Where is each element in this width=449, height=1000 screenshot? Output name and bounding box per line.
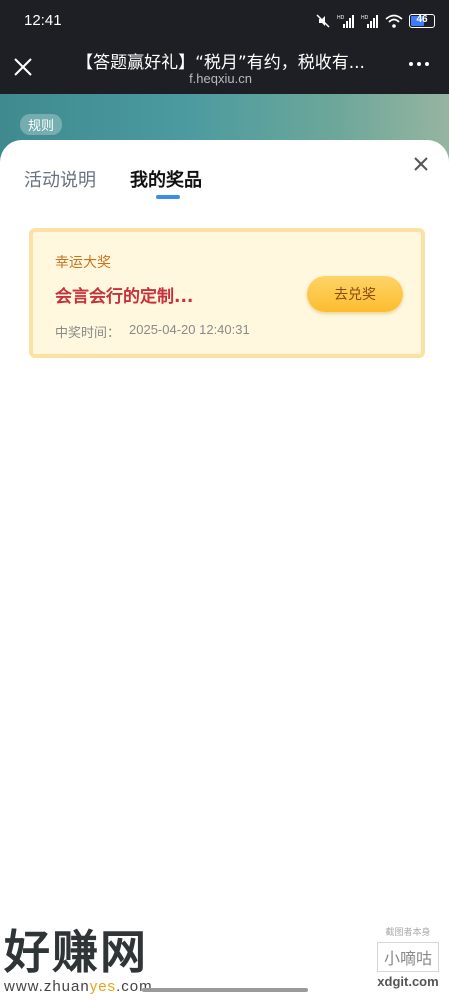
svg-text:HD: HD	[361, 15, 369, 21]
watermark-left: 好赚网 www.zhuanyes.com	[4, 916, 153, 995]
rules-tag[interactable]: 规则	[20, 114, 63, 135]
page-title: 【答题赢好礼】“税月”有约，税收有...	[76, 53, 365, 73]
watermark-right-domain: xdgit.com	[377, 974, 439, 989]
prize-category: 幸运大奖	[55, 255, 111, 271]
status-icons: HD HD 46	[315, 13, 435, 29]
prize-card: 幸运大奖 会言会行的定制... 中奖时间： 2025-04-20 12:40:3…	[29, 228, 425, 358]
home-indicator[interactable]	[142, 988, 308, 992]
status-time: 12:41	[24, 12, 62, 29]
nav-bar: 【答题赢好礼】“税月”有约，税收有... f.heqxiu.cn	[0, 44, 449, 94]
prize-time-value: 2025-04-20 12:40:31	[129, 322, 250, 337]
sheet-close-icon[interactable]	[413, 156, 429, 172]
active-tab-indicator	[156, 195, 180, 199]
battery-level: 46	[416, 14, 428, 25]
tab-activity-description[interactable]: 活动说明	[24, 166, 96, 192]
status-bar: 12:41 HD HD 46	[0, 0, 449, 44]
svg-text:HD: HD	[337, 15, 345, 21]
more-icon[interactable]	[409, 62, 429, 66]
battery-icon: 46	[409, 14, 435, 28]
signal-hd-icon: HD	[361, 15, 378, 28]
prize-time-label: 中奖时间：	[55, 326, 121, 341]
watermark-url: www.zhuanyes.com	[4, 978, 153, 995]
tab-my-prizes[interactable]: 我的奖品	[130, 166, 202, 192]
prize-sheet: 活动说明 我的奖品 幸运大奖 会言会行的定制... 中奖时间： 2025-04-…	[0, 140, 449, 1000]
signal-hd-icon: HD	[337, 15, 354, 28]
watermark-brand: 好赚网	[4, 925, 148, 979]
wifi-icon	[385, 14, 403, 28]
watermark-right-logo: 小嘀咕	[376, 942, 439, 972]
prize-name: 会言会行的定制...	[55, 287, 194, 307]
redeem-button[interactable]: 去兑奖	[307, 276, 403, 312]
watermark-right-caption: 截图者本身	[385, 928, 431, 938]
watermark-right: 截图者本身 小嘀咕 xdgit.com	[376, 925, 439, 989]
mute-icon	[316, 14, 330, 28]
page-url: f.heqxiu.cn	[189, 71, 252, 86]
close-icon[interactable]	[12, 56, 34, 78]
